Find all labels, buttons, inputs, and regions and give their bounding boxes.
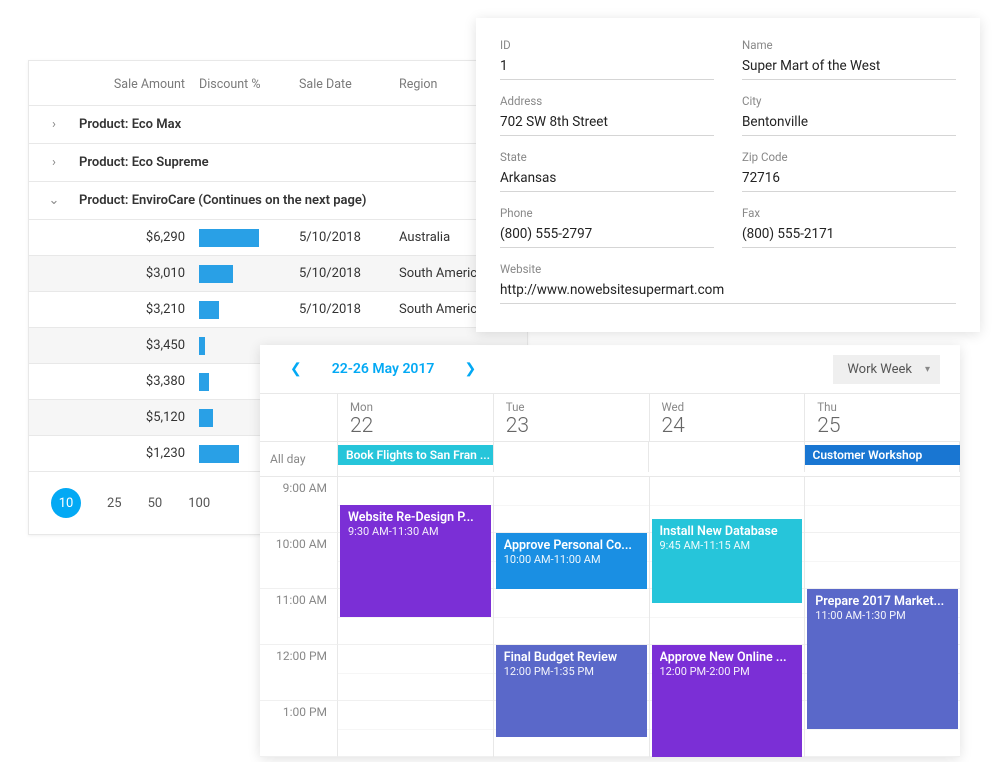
expand-icon[interactable]: ⌄ xyxy=(29,193,79,208)
prev-button[interactable]: ❮ xyxy=(280,361,312,377)
cell-amount: $3,450 xyxy=(29,338,199,353)
label-city: City xyxy=(742,94,956,108)
cell-discount xyxy=(199,265,299,283)
label-address: Address xyxy=(500,94,714,108)
calendar-event[interactable]: Install New Database9:45 AM-11:15 AM xyxy=(652,519,803,603)
col-header-amount[interactable]: Sale Amount xyxy=(79,77,199,92)
scheduler-toolbar: ❮ 22-26 May 2017 ❯ Work Week▾ xyxy=(260,345,960,393)
field-id[interactable]: 1 xyxy=(500,55,714,80)
table-row[interactable]: $3,210 5/10/2018 South America xyxy=(29,292,527,328)
view-select[interactable]: Work Week▾ xyxy=(833,355,940,384)
allday-cell[interactable] xyxy=(494,442,650,472)
cell-discount xyxy=(199,229,299,247)
cell-amount: $3,010 xyxy=(29,266,199,281)
cell-amount: $6,290 xyxy=(29,230,199,245)
time-cell[interactable] xyxy=(494,477,649,533)
field-fax[interactable]: (800) 555-2171 xyxy=(742,223,956,248)
time-label: 9:00 AM xyxy=(260,477,338,533)
time-cell[interactable] xyxy=(805,477,960,533)
time-cell[interactable] xyxy=(338,645,493,701)
cell-amount: $3,210 xyxy=(29,302,199,317)
cell-date: 5/10/2018 xyxy=(299,230,399,245)
calendar-event[interactable]: Final Budget Review12:00 PM-1:35 PM xyxy=(496,645,647,737)
date-range-label[interactable]: 22-26 May 2017 xyxy=(332,361,435,377)
time-cell[interactable] xyxy=(338,701,493,757)
field-name[interactable]: Super Mart of the West xyxy=(742,55,956,80)
expand-icon[interactable]: › xyxy=(29,155,79,170)
group-row[interactable]: ⌄Product: EnviroCare (Continues on the n… xyxy=(29,182,527,220)
table-row[interactable]: $3,010 5/10/2018 South America xyxy=(29,256,527,292)
page-size-option[interactable]: 10 xyxy=(51,488,81,518)
day-column[interactable]: Prepare 2017 Market...11:00 AM-1:30 PM xyxy=(805,477,960,757)
table-row[interactable]: $6,290 5/10/2018 Australia xyxy=(29,220,527,256)
cell-date: 5/10/2018 xyxy=(299,302,399,317)
cell-amount: $3,380 xyxy=(29,374,199,389)
label-zip: Zip Code xyxy=(742,150,956,164)
page-size-option[interactable]: 25 xyxy=(107,496,122,511)
day-column[interactable]: Website Re-Design P...9:30 AM-11:30 AM xyxy=(338,477,494,757)
day-header[interactable]: Mon22 xyxy=(338,394,494,441)
time-cell[interactable] xyxy=(805,533,960,589)
scheduler: ❮ 22-26 May 2017 ❯ Work Week▾ Mon22Tue23… xyxy=(260,345,960,757)
calendar-event[interactable]: Approve Personal Co...10:00 AM-11:00 AM xyxy=(496,533,647,589)
cell-discount xyxy=(199,301,299,319)
grid-header-row: Sale Amount Discount % Sale Date Region xyxy=(29,61,527,106)
field-state[interactable]: Arkansas xyxy=(500,167,714,192)
label-website: Website xyxy=(500,262,956,276)
group-row[interactable]: ›Product: Eco Supreme xyxy=(29,144,527,182)
allday-event[interactable]: Customer Workshop xyxy=(805,445,961,465)
day-column[interactable]: Install New Database9:45 AM-11:15 AM Appr… xyxy=(650,477,806,757)
time-cell[interactable] xyxy=(494,589,649,645)
day-header[interactable]: Tue23 xyxy=(494,394,650,441)
time-label: 12:00 PM xyxy=(260,645,338,701)
label-id: ID xyxy=(500,38,714,52)
col-header-discount[interactable]: Discount % xyxy=(199,77,299,92)
cell-amount: $5,120 xyxy=(29,410,199,425)
label-fax: Fax xyxy=(742,206,956,220)
field-zip[interactable]: 72716 xyxy=(742,167,956,192)
group-row[interactable]: ›Product: Eco Max xyxy=(29,106,527,144)
field-city[interactable]: Bentonville xyxy=(742,111,956,136)
group-label: Product: EnviroCare (Continues on the ne… xyxy=(79,193,366,208)
label-state: State xyxy=(500,150,714,164)
allday-label: All day xyxy=(260,442,338,476)
time-label: 11:00 AM xyxy=(260,589,338,645)
chevron-down-icon: ▾ xyxy=(925,364,930,375)
calendar-event[interactable]: Approve New Online ...12:00 PM-2:00 PM xyxy=(652,645,803,757)
calendar-event[interactable]: Prepare 2017 Market...11:00 AM-1:30 PM xyxy=(807,589,958,729)
day-header[interactable]: Wed24 xyxy=(650,394,806,441)
detail-form: ID 1 Name Super Mart of the West Address 70… xyxy=(476,18,980,332)
calendar-event[interactable]: Website Re-Design P...9:30 AM-11:30 AM xyxy=(340,505,491,617)
expand-icon[interactable]: › xyxy=(29,117,79,132)
label-name: Name xyxy=(742,38,956,52)
col-header-date[interactable]: Sale Date xyxy=(299,77,399,92)
page-size-option[interactable]: 100 xyxy=(188,496,210,511)
group-label: Product: Eco Max xyxy=(79,117,181,132)
day-header[interactable]: Thu25 xyxy=(805,394,960,441)
allday-event[interactable]: Book Flights to San Fran ... xyxy=(338,445,494,465)
next-button[interactable]: ❯ xyxy=(454,361,486,377)
cell-amount: $1,230 xyxy=(29,446,199,461)
field-website[interactable]: http://www.nowebsitesupermart.com xyxy=(500,279,956,304)
group-label: Product: Eco Supreme xyxy=(79,155,209,170)
time-label: 1:00 PM xyxy=(260,701,338,757)
field-phone[interactable]: (800) 555-2797 xyxy=(500,223,714,248)
day-column[interactable]: Approve Personal Co...10:00 AM-11:00 AM F… xyxy=(494,477,650,757)
cell-date: 5/10/2018 xyxy=(299,266,399,281)
label-phone: Phone xyxy=(500,206,714,220)
field-address[interactable]: 702 SW 8th Street xyxy=(500,111,714,136)
page-size-option[interactable]: 50 xyxy=(148,496,163,511)
allday-cell[interactable] xyxy=(649,442,805,472)
time-label: 10:00 AM xyxy=(260,533,338,589)
